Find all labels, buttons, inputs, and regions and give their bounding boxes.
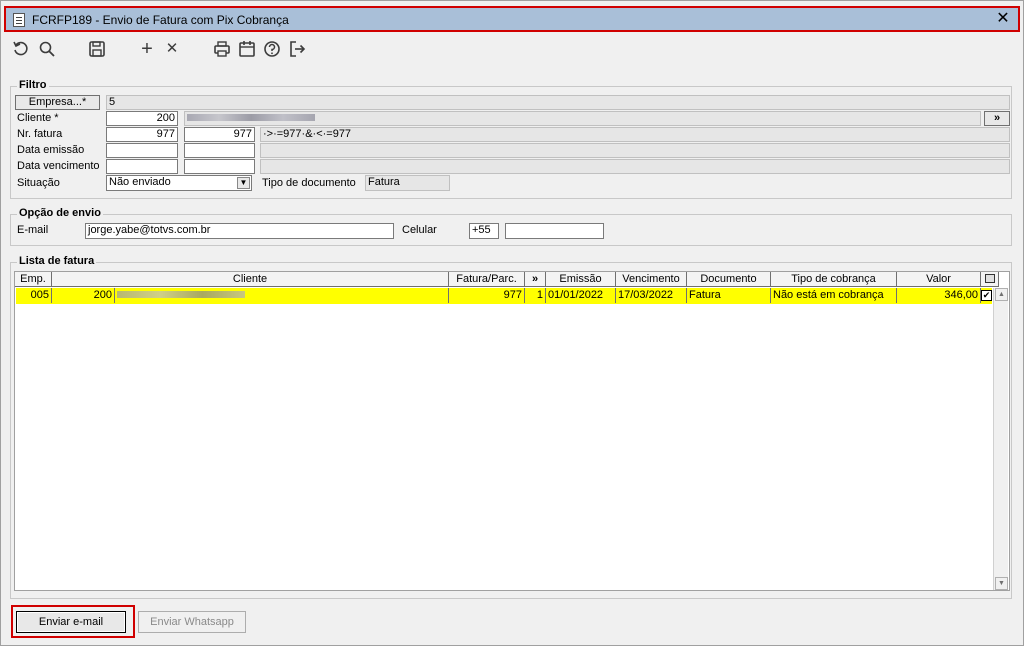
row-checkbox[interactable]: ✔ bbox=[981, 288, 992, 303]
send-email-button[interactable]: Enviar e-mail bbox=[16, 611, 126, 633]
nr-fatura-expression: ·>·=977·&·<·=977 bbox=[260, 127, 1010, 142]
save-icon[interactable] bbox=[87, 39, 107, 59]
data-emissao-label: Data emissão bbox=[17, 144, 85, 156]
search-icon[interactable] bbox=[37, 39, 57, 59]
send-whatsapp-button[interactable]: Enviar Whatsapp bbox=[138, 611, 246, 633]
checkbox-icon[interactable] bbox=[984, 274, 995, 283]
situacao-select[interactable]: Não enviado ▼ bbox=[106, 175, 252, 191]
column-header-documento[interactable]: Documento bbox=[687, 272, 771, 287]
celular-label: Celular bbox=[402, 224, 437, 236]
cell-emissao: 01/01/2022 bbox=[546, 288, 616, 303]
check-icon[interactable]: ✔ bbox=[981, 290, 992, 301]
column-header-expand[interactable]: » bbox=[525, 272, 546, 287]
column-header-valor[interactable]: Valor bbox=[897, 272, 981, 287]
title-bar: FCRFP189 - Envio de Fatura com Pix Cobra… bbox=[4, 6, 1020, 32]
celular-input[interactable] bbox=[505, 223, 604, 239]
add-icon[interactable]: + bbox=[137, 39, 157, 59]
cell-valor: 346,00 bbox=[897, 288, 981, 303]
cell-documento: Fatura bbox=[687, 288, 771, 303]
cliente-name-field bbox=[184, 111, 981, 126]
redacted-client-name bbox=[117, 290, 245, 298]
data-emissao-from-input[interactable] bbox=[106, 143, 178, 158]
fatura-table: Emp. Cliente Fatura/Parc. » Emissão Venc… bbox=[14, 271, 1010, 591]
calendar-icon[interactable] bbox=[237, 39, 257, 59]
scroll-down-icon[interactable]: ▼ bbox=[995, 577, 1008, 590]
cell-fatura: 977 bbox=[449, 288, 525, 303]
table-row[interactable]: 005 200 977 1 01/01/2022 17/03/2022 Fatu… bbox=[16, 288, 992, 304]
opcao-envio-title: Opção de envio bbox=[17, 207, 103, 219]
redacted-client-name bbox=[187, 113, 315, 121]
nr-fatura-label: Nr. fatura bbox=[17, 128, 63, 140]
print-icon[interactable] bbox=[212, 39, 232, 59]
column-header-vencimento[interactable]: Vencimento bbox=[616, 272, 687, 287]
tipo-documento-label: Tipo de documento bbox=[262, 177, 356, 189]
lista-fatura-title: Lista de fatura bbox=[17, 255, 97, 267]
app-window: FCRFP189 - Envio de Fatura com Pix Cobra… bbox=[0, 0, 1024, 646]
celular-ddi-input[interactable]: +55 bbox=[469, 223, 499, 239]
column-header-cliente[interactable]: Cliente bbox=[52, 272, 449, 287]
situacao-label: Situação bbox=[17, 177, 60, 189]
data-vencimento-expression bbox=[260, 159, 1010, 174]
data-vencimento-to-input[interactable] bbox=[184, 159, 255, 174]
table-scrollbar[interactable]: ▲ ▼ bbox=[993, 288, 1008, 590]
column-header-tipo-cobranca[interactable]: Tipo de cobrança bbox=[771, 272, 897, 287]
cliente-label: Cliente * bbox=[17, 112, 59, 124]
cell-tipo-cobranca: Não está em cobrança bbox=[771, 288, 897, 303]
data-emissao-to-input[interactable] bbox=[184, 143, 255, 158]
column-header-emissao[interactable]: Emissão bbox=[546, 272, 616, 287]
empresa-button[interactable]: Empresa...* bbox=[15, 95, 100, 110]
help-icon[interactable] bbox=[262, 39, 282, 59]
data-vencimento-label: Data vencimento bbox=[17, 160, 100, 172]
tipo-documento-field: Fatura bbox=[365, 175, 450, 191]
close-icon[interactable]: ✕ bbox=[996, 11, 1010, 27]
scroll-up-icon[interactable]: ▲ bbox=[995, 288, 1008, 301]
window-title: FCRFP189 - Envio de Fatura com Pix Cobra… bbox=[32, 13, 289, 27]
data-emissao-expression bbox=[260, 143, 1010, 158]
column-header-select-all[interactable] bbox=[981, 272, 999, 287]
undo-icon[interactable] bbox=[11, 39, 31, 59]
cell-cliente-name bbox=[115, 288, 449, 303]
nr-fatura-from-input[interactable]: 977 bbox=[106, 127, 178, 142]
cell-parcela: 1 bbox=[525, 288, 546, 303]
cliente-more-button[interactable]: » bbox=[984, 111, 1010, 126]
cell-vencimento: 17/03/2022 bbox=[616, 288, 687, 303]
data-vencimento-from-input[interactable] bbox=[106, 159, 178, 174]
column-header-emp[interactable]: Emp. bbox=[15, 272, 52, 287]
delete-icon[interactable]: ✕ bbox=[162, 39, 182, 59]
document-icon bbox=[13, 13, 25, 27]
column-header-fatura-parc[interactable]: Fatura/Parc. bbox=[449, 272, 525, 287]
email-input[interactable]: jorge.yabe@totvs.com.br bbox=[85, 223, 394, 239]
filtro-title: Filtro bbox=[17, 79, 49, 91]
situacao-value: Não enviado bbox=[109, 176, 171, 188]
chevron-down-icon[interactable]: ▼ bbox=[237, 177, 250, 189]
exit-icon[interactable] bbox=[287, 39, 307, 59]
cliente-code-input[interactable]: 200 bbox=[106, 111, 178, 126]
cell-cliente-code: 200 bbox=[52, 288, 115, 303]
nr-fatura-to-input[interactable]: 977 bbox=[184, 127, 255, 142]
toolbar: + ✕ bbox=[5, 35, 1021, 63]
empresa-field: 5 bbox=[106, 95, 1010, 110]
email-label: E-mail bbox=[17, 224, 49, 236]
cell-emp: 005 bbox=[16, 288, 52, 303]
